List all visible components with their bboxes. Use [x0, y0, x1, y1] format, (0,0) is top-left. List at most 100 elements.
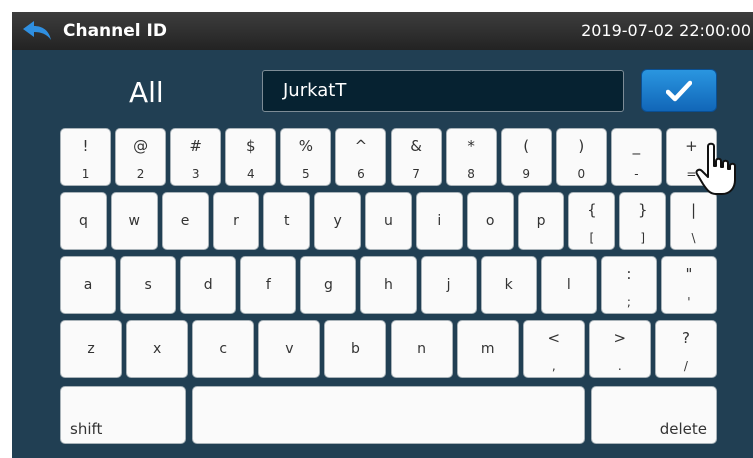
key-1-12[interactable]: | \ [670, 192, 717, 250]
key-3-8[interactable]: >. [588, 320, 651, 378]
key-label: % [298, 137, 313, 155]
key-0-4[interactable]: % 5 [280, 128, 332, 186]
key-0-3[interactable]: $4 [225, 128, 277, 186]
delete-label: delete [659, 420, 707, 438]
key-label: & [410, 137, 422, 155]
key-label: | [691, 201, 697, 219]
key-label: ! [82, 137, 89, 155]
back-button[interactable] [22, 20, 52, 42]
key-label: q [78, 213, 88, 229]
key-3-2[interactable]: c [192, 320, 255, 378]
key-0-0[interactable]: ! 1 [60, 128, 112, 186]
key-sublabel: 8 [467, 167, 475, 181]
key-0-1[interactable]: @2 [115, 128, 167, 186]
key-1-11[interactable]: }] [619, 192, 667, 250]
key-label: n [417, 341, 426, 357]
key-1-3[interactable]: r [212, 192, 260, 250]
shift-label: shift [70, 420, 103, 438]
key-1-1[interactable]: w [110, 192, 158, 250]
key-label: { [587, 201, 597, 219]
key-label: i [437, 213, 442, 229]
key-label: c [219, 341, 228, 357]
space-key[interactable] [192, 386, 585, 444]
key-label: w [128, 213, 140, 229]
key-0-8[interactable]: (9 [500, 128, 552, 186]
key-sublabel: ] [640, 231, 646, 245]
key-label: ? [681, 329, 690, 347]
key-label: } [637, 201, 648, 219]
key-sublabel: 4 [246, 167, 255, 181]
key-label: : [626, 265, 632, 283]
key-0-5[interactable]: ^ 6 [335, 128, 387, 186]
key-sublabel: - [634, 167, 639, 181]
key-2-6[interactable]: j [420, 256, 477, 314]
key-sublabel: \ [691, 231, 696, 245]
key-3-3[interactable]: v [258, 320, 321, 378]
key-2-3[interactable]: f [240, 256, 297, 314]
key-1-5[interactable]: y [314, 192, 362, 250]
key-0-7[interactable]: * 8 [445, 128, 497, 186]
key-3-6[interactable]: m [456, 320, 519, 378]
key-sublabel: 5 [302, 167, 310, 181]
key-sublabel: 6 [357, 167, 365, 181]
key-3-7[interactable]: <, [522, 320, 585, 378]
key-2-9[interactable]: :; [600, 256, 657, 314]
key-sublabel: 0 [577, 167, 586, 181]
key-sublabel: [ [589, 231, 595, 245]
key-sublabel: ' [687, 295, 691, 309]
key-label: " [685, 265, 693, 283]
keyboard-panel: All JurkatT ! 1 @2 #3 $4% 5 ^ 6 & 7 * 8(9) 0 _ - + = q w e r… [12, 50, 753, 458]
key-1-8[interactable]: o [466, 192, 514, 250]
key-1-6[interactable]: u [365, 192, 412, 250]
key-sublabel: 9 [522, 167, 531, 181]
key-sublabel: 2 [136, 167, 145, 181]
datetime-display: 2019-07-02 22:00:00 [581, 21, 751, 40]
key-0-6[interactable]: & 7 [390, 128, 442, 186]
key-3-0[interactable]: z [60, 320, 123, 378]
key-1-2[interactable]: e [161, 192, 209, 250]
key-2-5[interactable]: h [360, 256, 417, 314]
channel-id-input[interactable]: JurkatT [262, 70, 624, 112]
key-3-9[interactable]: ? / [654, 320, 717, 378]
key-1-4[interactable]: t [263, 192, 311, 250]
key-0-10[interactable]: _ - [610, 128, 662, 186]
key-3-1[interactable]: x [126, 320, 189, 378]
key-0-9[interactable]: ) 0 [555, 128, 607, 186]
key-label: a [83, 277, 93, 293]
key-0-2[interactable]: #3 [170, 128, 222, 186]
key-2-2[interactable]: d [180, 256, 237, 314]
key-label: r [233, 213, 239, 229]
key-1-10[interactable]: {[ [568, 192, 616, 250]
delete-key[interactable]: delete [591, 386, 717, 444]
confirm-button[interactable] [641, 69, 717, 112]
key-1-9[interactable]: p [517, 192, 565, 250]
key-label: v [285, 341, 294, 357]
key-label: e [180, 213, 190, 229]
key-1-0[interactable]: q [60, 192, 107, 250]
key-2-8[interactable]: l [540, 256, 597, 314]
key-label: h [384, 277, 393, 293]
key-1-7[interactable]: i [415, 192, 463, 250]
key-2-1[interactable]: s [120, 256, 177, 314]
key-2-4[interactable]: g [300, 256, 357, 314]
key-sublabel: . [617, 359, 622, 373]
key-2-0[interactable]: a [60, 256, 117, 314]
key-2-7[interactable]: k [480, 256, 537, 314]
scope-label: All [129, 76, 164, 109]
key-3-5[interactable]: n [390, 320, 453, 378]
key-label: x [152, 341, 162, 357]
key-label: o [485, 213, 495, 229]
key-label: y [333, 213, 342, 229]
key-sublabel: ; [626, 295, 631, 309]
key-label: ^ [354, 137, 368, 155]
key-2-10[interactable]: " ' [660, 256, 717, 314]
key-label: d [203, 277, 213, 293]
hand-pointer-icon [695, 142, 736, 195]
key-3-4[interactable]: b [324, 320, 387, 378]
key-label: z [87, 341, 95, 357]
shift-key[interactable]: shift [60, 386, 186, 444]
back-arrow-icon [23, 21, 51, 40]
key-label: ) [578, 137, 585, 155]
key-label: g [323, 277, 333, 293]
key-label: m [480, 341, 495, 357]
